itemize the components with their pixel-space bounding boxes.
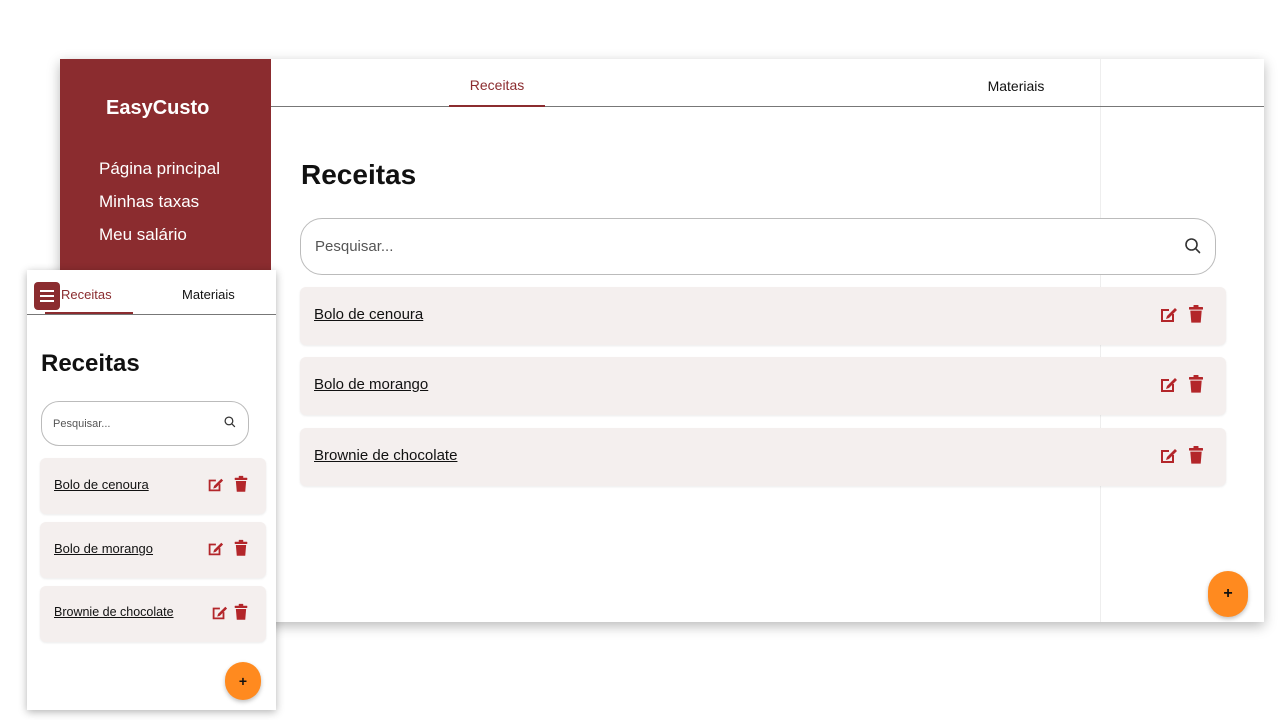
edit-icon[interactable]: [206, 476, 224, 494]
active-tab-indicator: [45, 312, 133, 314]
edit-icon[interactable]: [1158, 305, 1178, 325]
add-recipe-button[interactable]: +: [225, 662, 261, 700]
search-icon[interactable]: [1183, 236, 1203, 256]
hamburger-menu-icon[interactable]: [34, 282, 60, 310]
sidebar-item-pagina-principal[interactable]: Página principal: [99, 159, 220, 179]
recipe-link-brownie-de-chocolate[interactable]: Brownie de chocolate: [54, 605, 174, 619]
edit-icon[interactable]: [206, 540, 224, 558]
mobile-app-window: Receitas Materiais Receitas Bolo de ceno…: [27, 270, 276, 710]
recipe-link-bolo-de-morango[interactable]: Bolo de morango: [54, 541, 153, 556]
recipe-row: Bolo de cenoura: [40, 458, 266, 514]
edit-icon[interactable]: [210, 604, 228, 622]
tab-materiais[interactable]: Materiais: [961, 78, 1071, 94]
active-tab-indicator: [449, 105, 545, 107]
page-title: Receitas: [301, 159, 417, 190]
trash-icon[interactable]: [1186, 304, 1206, 324]
recipe-link-brownie-de-chocolate[interactable]: Brownie de chocolate: [314, 447, 457, 464]
search-bar: [41, 401, 249, 446]
recipe-row: Bolo de morango: [300, 357, 1226, 415]
page-title: Receitas: [41, 350, 140, 377]
search-icon[interactable]: [223, 415, 237, 429]
recipe-link-bolo-de-cenoura[interactable]: Bolo de cenoura: [314, 306, 423, 323]
recipe-row: Bolo de cenoura: [300, 287, 1226, 345]
recipe-row: Brownie de chocolate: [300, 428, 1226, 486]
brand-logo-text: EasyCusto: [106, 97, 210, 119]
trash-icon[interactable]: [232, 603, 250, 621]
recipe-link-bolo-de-cenoura[interactable]: Bolo de cenoura: [54, 477, 149, 492]
trash-icon[interactable]: [1186, 374, 1206, 394]
search-input[interactable]: [53, 402, 213, 445]
recipe-link-bolo-de-morango[interactable]: Bolo de morango: [314, 376, 428, 393]
sidebar-item-meu-salario[interactable]: Meu salário: [99, 225, 187, 245]
recipe-row: Bolo de morango: [40, 522, 266, 578]
search-bar: [300, 218, 1216, 275]
trash-icon[interactable]: [1186, 445, 1206, 465]
sidebar-item-minhas-taxas[interactable]: Minhas taxas: [99, 192, 199, 212]
trash-icon[interactable]: [232, 539, 250, 557]
edit-icon[interactable]: [1158, 375, 1178, 395]
tab-bar: Receitas Materiais: [271, 59, 1264, 107]
tab-receitas[interactable]: Receitas: [61, 287, 112, 302]
mobile-tab-bar: Receitas Materiais: [27, 270, 276, 315]
tab-receitas[interactable]: Receitas: [449, 77, 545, 93]
tab-materiais[interactable]: Materiais: [182, 287, 235, 302]
recipe-row: Brownie de chocolate: [40, 586, 266, 642]
trash-icon[interactable]: [232, 475, 250, 493]
search-input[interactable]: [315, 219, 1155, 274]
add-recipe-button[interactable]: +: [1208, 571, 1248, 617]
edit-icon[interactable]: [1158, 446, 1178, 466]
